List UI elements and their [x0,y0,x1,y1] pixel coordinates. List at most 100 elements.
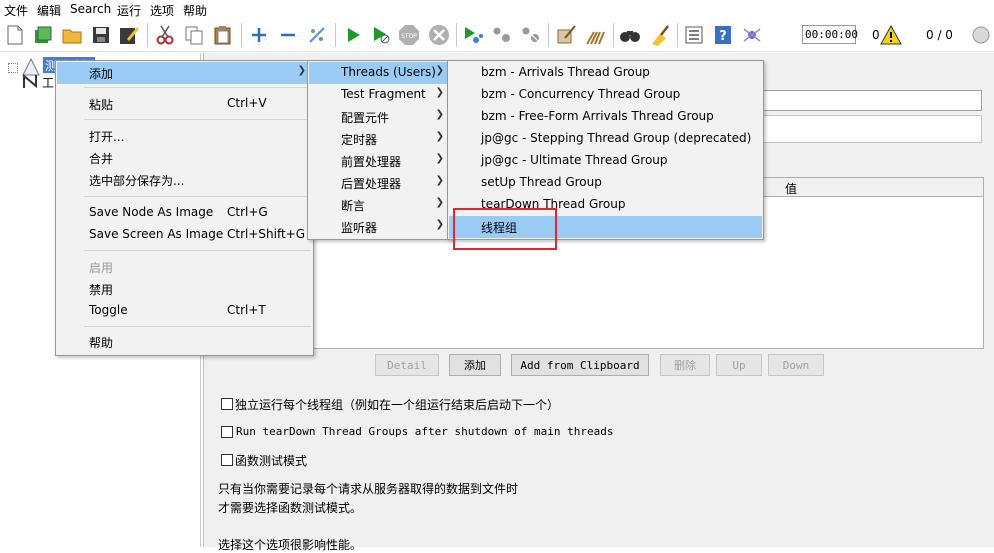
menu-item-save-selection[interactable]: 选中部分保存为... [57,169,312,191]
submenu-item-pre-processor[interactable]: 前置处理器 ❯ [309,150,450,172]
menu-file[interactable]: 文件 [4,2,28,19]
add-from-clipboard-button[interactable]: Add from Clipboard [511,354,649,376]
thread-item-concurrency[interactable]: bzm - Concurrency Thread Group [449,84,762,106]
svg-text:STOP: STOP [401,33,417,40]
context-menu: 添加 ❯ 粘贴 Ctrl+V 打开... 合并 选中部分保存为... Save … [55,60,314,356]
warning-icon[interactable] [880,24,902,46]
serialize-thread-groups-label: 独立运行每个线程组（例如在一个组运行结束后启动下一个） [235,398,560,412]
menu-search[interactable]: Search [70,2,111,16]
submenu-item-assertion-label: 断言 [341,199,366,213]
new-file-icon[interactable] [4,24,26,46]
submenu-arrow-icon: ❯ [435,175,444,186]
help-icon[interactable]: ? [712,24,734,46]
menu-item-toggle-shortcut: Ctrl+T [227,303,266,317]
submenu-item-config-element[interactable]: 配置元件 ❯ [309,106,450,128]
error-count: 0 [872,28,880,42]
clear-icon[interactable] [555,24,577,46]
menu-item-enable-label: 启用 [89,261,114,275]
menu-help[interactable]: 帮助 [183,2,207,19]
menu-run[interactable]: 运行 [117,2,141,19]
menu-item-save-node-image[interactable]: Save Node As Image Ctrl+G [57,202,312,224]
menu-item-save-screen-image-label: Save Screen As Image [89,227,224,241]
thread-item-concurrency-label: bzm - Concurrency Thread Group [481,87,681,101]
column-header-value[interactable]: 值 [785,180,797,197]
open-folder-icon[interactable] [61,24,83,46]
thread-item-ultimate[interactable]: jp@gc - Ultimate Thread Group [449,150,762,172]
submenu-arrow-icon: ❯ [297,65,306,76]
delete-button[interactable]: 删除 [660,354,710,376]
shutdown-icon[interactable] [428,24,450,46]
tree-expander[interactable] [8,63,18,73]
paste-icon[interactable] [212,24,234,46]
running-status-icon [970,24,992,46]
clear-all-icon[interactable] [584,24,606,46]
start-icon[interactable] [342,24,364,46]
submenu-item-pre-processor-label: 前置处理器 [341,155,402,169]
expand-all-icon[interactable] [248,24,270,46]
menu-item-enable[interactable]: 启用 [57,256,312,278]
elapsed-time-display: 00:00:00 [802,25,858,44]
submenu-item-listener-label: 监听器 [341,221,378,235]
submenu-item-test-fragment[interactable]: Test Fragment ❯ [309,84,450,106]
menu-item-merge-label: 合并 [89,152,114,166]
menu-item-save-node-image-shortcut: Ctrl+G [227,205,268,219]
submenu-item-listener[interactable]: 监听器 ❯ [309,216,450,238]
thread-item-free-form-arrivals[interactable]: bzm - Free-Form Arrivals Thread Group [449,106,762,128]
menu-item-toggle-label: Toggle [89,303,128,317]
save-as-icon[interactable] [118,24,140,46]
submenu-item-threads[interactable]: Threads (Users) ❯ [309,62,450,84]
add-button[interactable]: 添加 [449,354,501,376]
name-field[interactable] [760,90,982,111]
down-button[interactable]: Down [768,354,824,376]
comments-field[interactable] [760,115,982,143]
function-helper-icon[interactable] [683,24,705,46]
menu-options[interactable]: 选项 [150,2,174,19]
cut-icon[interactable] [154,24,176,46]
submenu-item-assertion[interactable]: 断言 ❯ [309,194,450,216]
up-button[interactable]: Up [716,354,762,376]
functional-test-mode-checkbox[interactable] [221,454,233,466]
serialize-thread-groups-checkbox[interactable] [221,398,233,410]
menu-item-add[interactable]: 添加 ❯ [57,62,312,84]
stop-icon[interactable]: STOP [398,24,420,46]
toggle-icon[interactable] [306,24,328,46]
start-no-timers-icon[interactable] [370,24,392,46]
remote-stop-icon[interactable] [491,24,513,46]
functional-mode-note-line1: 只有当你需要记录每个请求从服务器取得的数据到文件时 [218,482,519,496]
menu-item-disable[interactable]: 禁用 [57,278,312,300]
menu-item-save-screen-image[interactable]: Save Screen As Image Ctrl+Shift+G [57,224,312,246]
templates-icon[interactable] [32,24,54,46]
menu-item-help[interactable]: 帮助 [57,331,312,353]
tree-child-label[interactable]: 工 [42,74,54,91]
submenu-arrow-icon: ❯ [435,153,444,164]
thread-item-setup[interactable]: setUp Thread Group [449,172,762,194]
log-viewer-icon[interactable] [741,24,763,46]
thread-item-arrivals[interactable]: bzm - Arrivals Thread Group [449,62,762,84]
detail-button[interactable]: Detail [375,354,439,376]
submenu-arrow-icon: ❯ [435,65,444,76]
remote-start-icon[interactable] [462,24,484,46]
teardown-after-shutdown-label: Run tearDown Thread Groups after shutdow… [236,425,614,438]
menu-item-paste-label: 粘贴 [89,98,114,112]
thread-count: 0 / 0 [926,28,953,42]
submenu-item-timer[interactable]: 定时器 ❯ [309,128,450,150]
copy-icon[interactable] [183,24,205,46]
search-binoculars-icon[interactable] [619,24,641,46]
menu-item-toggle[interactable]: Toggle Ctrl+T [57,300,312,322]
reset-search-icon[interactable] [648,24,670,46]
save-icon[interactable] [90,24,112,46]
remote-exit-icon[interactable] [520,24,542,46]
menu-item-disable-label: 禁用 [89,283,114,297]
highlight-annotation-box [453,208,557,250]
menu-item-paste[interactable]: 粘贴 Ctrl+V [57,93,312,115]
collapse-all-icon[interactable] [277,24,299,46]
menu-item-open[interactable]: 打开... [57,125,312,147]
menu-edit[interactable]: 编辑 [37,2,61,19]
workbench-icon [22,73,38,89]
menu-item-merge[interactable]: 合并 [57,147,312,169]
teardown-after-shutdown-checkbox[interactable] [221,426,233,438]
submenu-item-post-processor[interactable]: 后置处理器 ❯ [309,172,450,194]
submenu-arrow-icon: ❯ [435,219,444,230]
thread-item-stepping[interactable]: jp@gc - Stepping Thread Group (deprecate… [449,128,762,150]
thread-item-ultimate-label: jp@gc - Ultimate Thread Group [481,153,668,167]
